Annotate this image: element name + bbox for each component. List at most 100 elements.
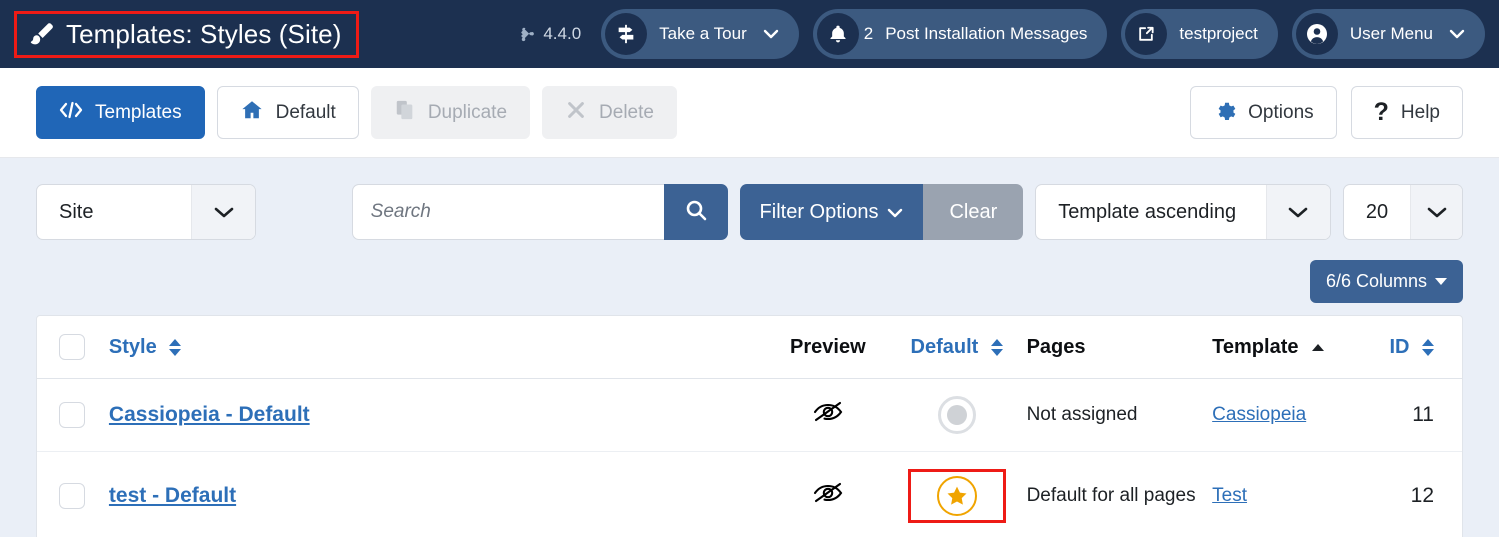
search-input[interactable] — [351, 184, 664, 240]
id-cell: 11 — [1369, 378, 1462, 452]
column-header-preview-label: Preview — [790, 335, 866, 358]
page-title-highlight: Templates: Styles (Site) — [14, 10, 359, 58]
list-limit-value: 20 — [1365, 200, 1389, 223]
circle-icon[interactable] — [937, 396, 976, 434]
take-a-tour-button[interactable]: Take a Tour — [601, 9, 799, 59]
star-icon[interactable] — [936, 476, 977, 516]
id-value: 12 — [1410, 484, 1434, 507]
options-button[interactable]: Options — [1190, 86, 1337, 139]
sort-select-value: Template ascending — [1058, 200, 1237, 223]
column-header-id[interactable]: ID — [1369, 316, 1462, 379]
post-installation-messages-button[interactable]: 2 Post Installation Messages — [812, 9, 1108, 59]
columns-row: 6/6 Columns — [36, 260, 1463, 303]
paintbrush-icon — [27, 20, 55, 48]
help-button[interactable]: ? Help — [1350, 86, 1463, 139]
sort-icon — [1422, 338, 1434, 356]
default-star-highlight — [907, 469, 1006, 523]
chevron-down-icon — [191, 185, 256, 239]
chevron-down-icon — [1265, 185, 1330, 239]
sort-select[interactable]: Template ascending — [1035, 184, 1331, 240]
column-header-style-label: Style — [108, 335, 157, 358]
preview-cell — [760, 451, 895, 537]
filter-options-label: Filter Options — [759, 200, 879, 223]
row-checkbox[interactable] — [59, 402, 85, 428]
options-button-label: Options — [1248, 101, 1314, 123]
page-title: Templates: Styles (Site) — [66, 18, 342, 49]
search-button[interactable] — [663, 184, 728, 240]
row-select-cell — [37, 451, 101, 537]
pages-cell: Default for all pages — [1018, 451, 1205, 537]
bell-icon — [816, 13, 859, 55]
clear-button-label: Clear — [949, 200, 998, 223]
select-all-checkbox[interactable] — [59, 334, 85, 360]
chevron-down-icon — [1410, 185, 1462, 239]
site-preview-button[interactable]: testproject — [1121, 9, 1278, 59]
copy-icon — [394, 99, 416, 127]
columns-toggle-button[interactable]: 6/6 Columns — [1309, 260, 1463, 303]
admin-header: Templates: Styles (Site) 4.4.0 Take a To… — [0, 0, 1499, 68]
template-link[interactable]: Cassiopeia — [1212, 404, 1306, 425]
column-header-template-label: Template — [1212, 335, 1299, 358]
table-row: test - Default Default for all pages Tes… — [37, 451, 1462, 537]
columns-button-label: 6/6 Columns — [1325, 271, 1427, 291]
version-label: 4.4.0 — [543, 24, 582, 43]
default-cell — [894, 451, 1019, 537]
delete-button: Delete — [542, 86, 677, 139]
column-header-default[interactable]: Default — [894, 316, 1019, 379]
list-limit-select[interactable]: 20 — [1342, 184, 1463, 240]
client-select[interactable]: Site — [36, 184, 257, 240]
row-select-cell — [37, 378, 101, 452]
signpost-icon — [605, 13, 648, 55]
template-cell: Cassiopeia — [1204, 378, 1370, 452]
search-icon — [684, 198, 708, 227]
post-installation-messages-label: Post Installation Messages — [885, 24, 1088, 43]
chevron-down-icon — [887, 201, 903, 224]
template-link[interactable]: Test — [1212, 485, 1247, 506]
chevron-down-icon — [1449, 27, 1465, 42]
default-button-label: Default — [275, 101, 336, 123]
user-menu-button[interactable]: User Menu — [1291, 9, 1485, 59]
eye-slash-icon[interactable] — [812, 480, 844, 512]
templates-button[interactable]: Templates — [36, 86, 205, 139]
times-icon — [565, 99, 587, 127]
preview-cell — [760, 378, 895, 452]
sort-icon — [169, 338, 182, 356]
chevron-down-icon — [763, 27, 779, 42]
style-link[interactable]: test - Default — [109, 484, 236, 507]
pages-cell: Not assigned — [1018, 378, 1205, 452]
home-icon — [240, 99, 264, 127]
filter-options-button[interactable]: Filter Options — [739, 184, 924, 240]
column-header-pages-label: Pages — [1026, 335, 1086, 358]
templates-button-label: Templates — [95, 101, 182, 123]
action-toolbar: Templates Default Duplicate Delete Optio… — [0, 68, 1499, 158]
delete-button-label: Delete — [599, 101, 654, 123]
gear-icon — [1213, 98, 1236, 127]
joomla-logo-icon — [519, 26, 536, 43]
search-group — [351, 184, 728, 240]
style-name-cell: test - Default — [100, 451, 761, 537]
row-checkbox[interactable] — [59, 483, 85, 509]
filter-bar: Site Filter Options Clea — [36, 184, 1463, 240]
select-all-header — [37, 316, 101, 379]
clear-filters-button[interactable]: Clear — [923, 184, 1024, 240]
column-header-pages: Pages — [1018, 316, 1205, 379]
sort-ascending-icon — [1312, 343, 1325, 351]
page-content: Site Filter Options Clea — [0, 158, 1499, 537]
toolbar-right-group: Options ? Help — [1190, 86, 1463, 139]
code-icon — [59, 101, 83, 125]
styles-table: Style Preview Default Pages Template ID … — [36, 315, 1463, 537]
table-header-row: Style Preview Default Pages Template ID — [37, 316, 1462, 379]
column-header-style[interactable]: Style — [100, 316, 761, 379]
user-circle-icon — [1295, 13, 1338, 55]
id-value: 11 — [1412, 403, 1434, 426]
sort-icon — [990, 338, 1003, 356]
site-name-label: testproject — [1179, 24, 1258, 43]
column-header-default-label: Default — [910, 335, 979, 358]
table-row: Cassiopeia - Default Not assigned Cassio… — [37, 378, 1462, 452]
default-button[interactable]: Default — [216, 86, 359, 139]
column-header-template[interactable]: Template — [1204, 316, 1370, 379]
take-a-tour-label: Take a Tour — [659, 24, 747, 43]
eye-slash-icon[interactable] — [812, 399, 844, 431]
header-actions: 4.4.0 Take a Tour 2 Post Installation Me… — [519, 9, 1485, 59]
style-link[interactable]: Cassiopeia - Default — [109, 403, 310, 426]
